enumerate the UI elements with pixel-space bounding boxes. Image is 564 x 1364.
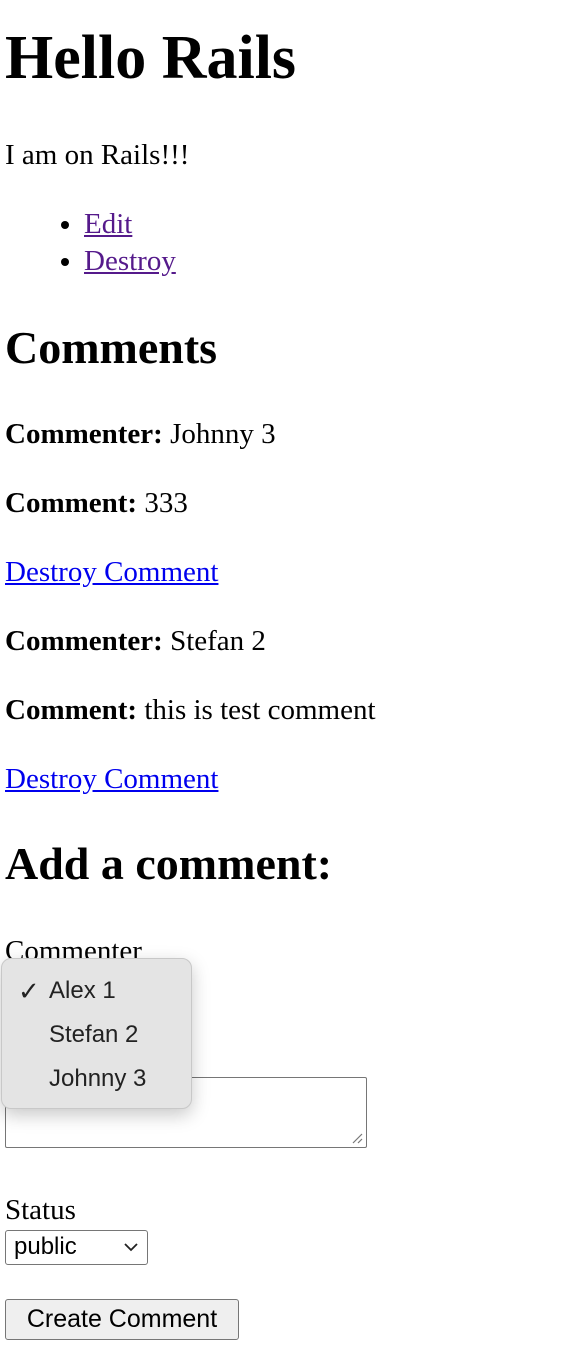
- status-select[interactable]: public: [5, 1230, 148, 1265]
- chevron-down-icon: [124, 1243, 138, 1252]
- destroy-list-item: Destroy: [84, 243, 176, 280]
- commenter-name: Johnny 3: [170, 418, 276, 450]
- create-comment-button[interactable]: Create Comment: [5, 1299, 239, 1340]
- comment-text: this is test comment: [144, 694, 376, 726]
- status-selected-value: public: [14, 1233, 77, 1260]
- commenter-option[interactable]: Stefan 2: [49, 1020, 138, 1050]
- intro-text: I am on Rails!!!: [5, 139, 190, 171]
- comment-1-commenter: Commenter: Johnny 3: [5, 417, 276, 451]
- commenter-option[interactable]: Alex 1: [49, 976, 116, 1006]
- destroy-link[interactable]: Destroy: [84, 245, 176, 277]
- commenter-label: Commenter:: [5, 625, 163, 657]
- comment-text: 333: [144, 487, 188, 519]
- status-field-label: Status: [5, 1194, 76, 1226]
- destroy-comment-link[interactable]: Destroy Comment: [5, 763, 218, 795]
- edit-link[interactable]: Edit: [84, 208, 132, 240]
- comment-1-body: Comment: 333: [5, 486, 188, 520]
- comment-2-actions: Destroy Comment: [5, 762, 218, 796]
- page-title: Hello Rails: [5, 24, 297, 92]
- comment-1-actions: Destroy Comment: [5, 555, 218, 589]
- comment-2-commenter: Commenter: Stefan 2: [5, 624, 266, 658]
- edit-list-item: Edit: [84, 206, 176, 243]
- comment-2-body: Comment: this is test comment: [5, 693, 376, 727]
- article-actions: Edit Destroy: [0, 206, 176, 280]
- comment-label: Comment:: [5, 694, 138, 726]
- add-comment-heading: Add a comment:: [5, 838, 333, 889]
- commenter-label: Commenter:: [5, 418, 163, 450]
- commenter-option[interactable]: Johnny 3: [49, 1064, 146, 1094]
- page: Hello Rails I am on Rails!!! Edit Destro…: [0, 0, 564, 1340]
- comments-heading: Comments: [5, 322, 218, 373]
- commenter-dropdown[interactable]: ✓ Alex 1 Stefan 2 Johnny 3: [1, 958, 192, 1109]
- comment-label: Comment:: [5, 487, 138, 519]
- destroy-comment-link[interactable]: Destroy Comment: [5, 556, 218, 588]
- check-icon: ✓: [18, 976, 40, 1006]
- commenter-name: Stefan 2: [170, 625, 266, 657]
- resize-grip-icon[interactable]: [351, 1132, 363, 1144]
